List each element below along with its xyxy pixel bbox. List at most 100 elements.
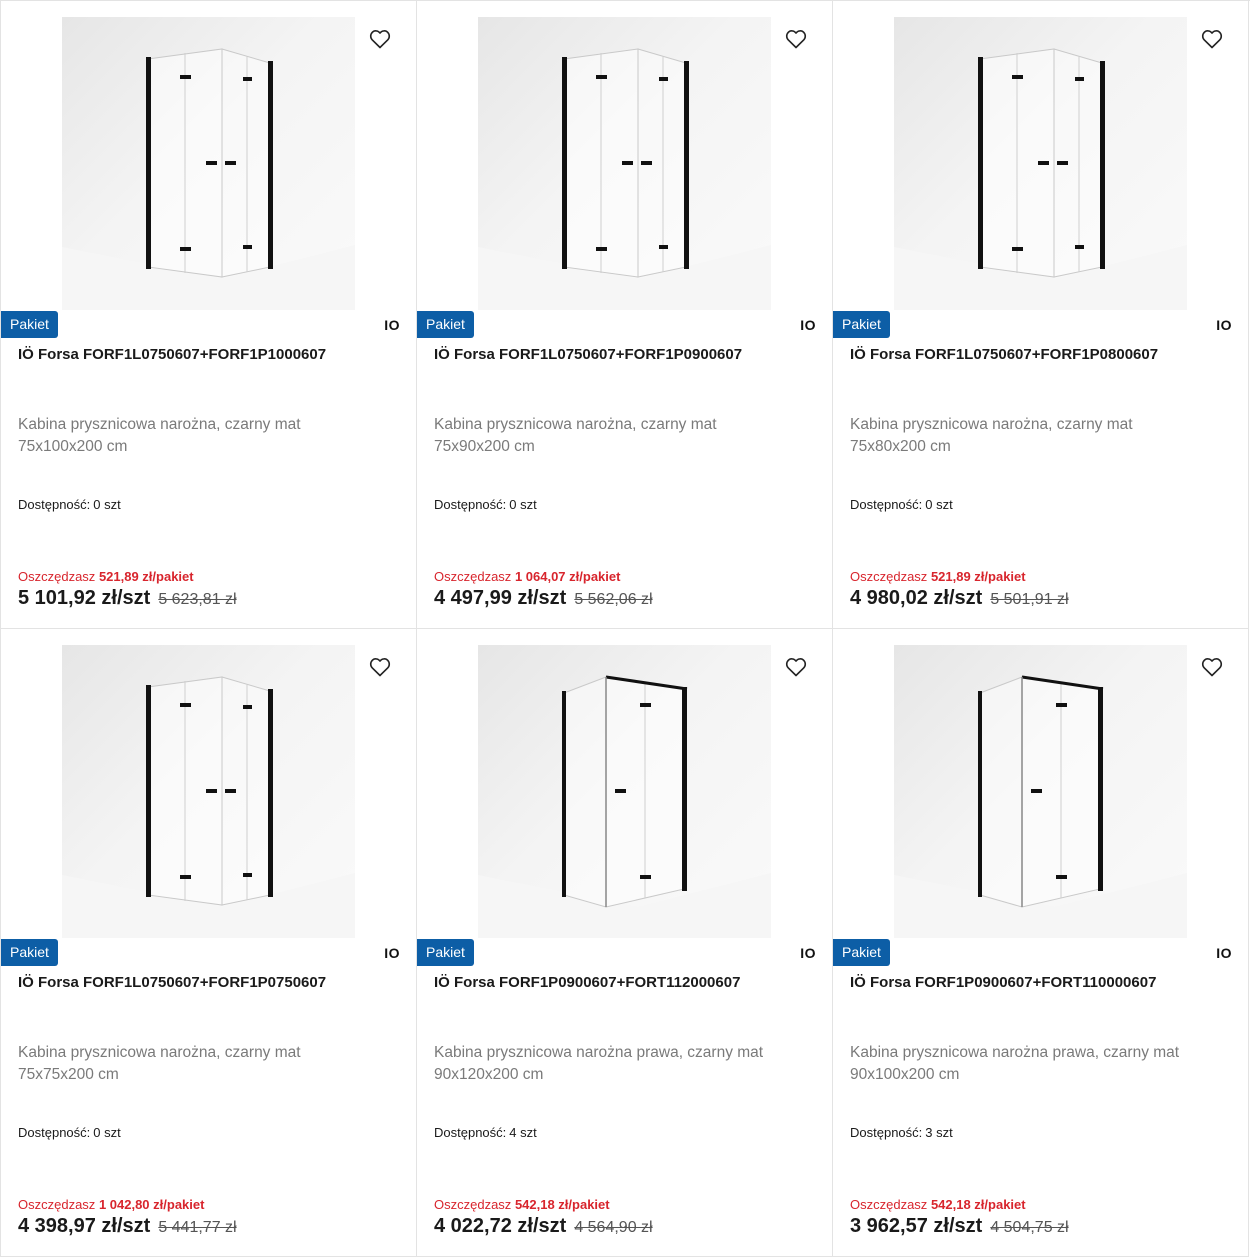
savings-amount: 542,18 zł/pakiet	[930, 1197, 1026, 1212]
price-row: 5 101,92 zł/szt 5 623,81 zł	[18, 587, 237, 610]
brand-logo: IO	[384, 317, 400, 333]
product-card[interactable]: Pakiet IO IÖ Forsa FORF1L0750607+FORF1P0…	[417, 1, 833, 629]
heart-outline-icon	[369, 658, 391, 677]
product-description: Kabina prysznicowa narożna prawa, czarny…	[850, 1044, 1180, 1083]
product-card[interactable]: Pakiet IO IÖ Forsa FORF1P0900607+FORT110…	[833, 629, 1249, 1257]
product-card[interactable]: Pakiet IO IÖ Forsa FORF1L0750607+FORF1P0…	[1, 629, 417, 1257]
favorite-button[interactable]	[1198, 653, 1226, 681]
brand-logo: IO	[384, 945, 400, 961]
favorite-button[interactable]	[1198, 25, 1226, 53]
old-price: 5 501,91 zł	[990, 591, 1069, 608]
brand-logo: IO	[800, 945, 816, 961]
package-badge: Pakiet	[1, 311, 58, 338]
product-title[interactable]: IÖ Forsa FORF1P0900607+FORT110000607	[850, 974, 1238, 991]
product-description: Kabina prysznicowa narożna prawa, czarny…	[434, 1044, 764, 1083]
availability-value: 0 szt	[93, 497, 121, 512]
savings-label: Oszczędzasz	[850, 1197, 928, 1212]
availability-value: 3 szt	[925, 1125, 953, 1140]
heart-outline-icon	[785, 658, 807, 677]
product-image[interactable]	[478, 17, 771, 310]
savings-text: Oszczędzasz 542,18 zł/pakiet	[434, 1197, 610, 1212]
savings-amount: 521,89 zł/pakiet	[98, 569, 194, 584]
product-title[interactable]: IÖ Forsa FORF1L0750607+FORF1P1000607	[18, 346, 406, 363]
current-price: 4 980,02 zł/szt	[850, 587, 983, 609]
heart-outline-icon	[369, 30, 391, 49]
current-price: 4 022,72 zł/szt	[434, 1215, 567, 1237]
savings-label: Oszczędzasz	[18, 1197, 96, 1212]
availability-label: Dostępność:	[434, 1125, 507, 1140]
product-title[interactable]: IÖ Forsa FORF1L0750607+FORF1P0750607	[18, 974, 406, 991]
availability: Dostępność: 0 szt	[434, 497, 537, 512]
product-title[interactable]: IÖ Forsa FORF1L0750607+FORF1P0800607	[850, 346, 1238, 363]
old-price: 4 504,75 zł	[990, 1219, 1069, 1236]
price-row: 4 497,99 zł/szt 5 562,06 zł	[434, 587, 653, 610]
brand-logo: IO	[1216, 945, 1232, 961]
savings-label: Oszczędzasz	[850, 569, 928, 584]
current-price: 4 398,97 zł/szt	[18, 1215, 151, 1237]
heart-outline-icon	[1201, 658, 1223, 677]
package-badge: Pakiet	[417, 939, 474, 966]
favorite-button[interactable]	[782, 653, 810, 681]
savings-text: Oszczędzasz 542,18 zł/pakiet	[850, 1197, 1026, 1212]
savings-label: Oszczędzasz	[18, 569, 96, 584]
old-price: 5 623,81 zł	[158, 591, 237, 608]
price-row: 4 022,72 zł/szt 4 564,90 zł	[434, 1215, 653, 1238]
availability: Dostępność: 4 szt	[434, 1125, 537, 1140]
old-price: 5 441,77 zł	[158, 1219, 237, 1236]
package-badge: Pakiet	[833, 939, 890, 966]
savings-text: Oszczędzasz 1 064,07 zł/pakiet	[434, 569, 620, 584]
old-price: 5 562,06 zł	[574, 591, 653, 608]
availability: Dostępność: 0 szt	[18, 497, 121, 512]
product-card[interactable]: Pakiet IO IÖ Forsa FORF1L0750607+FORF1P0…	[833, 1, 1249, 629]
savings-amount: 521,89 zł/pakiet	[930, 569, 1026, 584]
savings-text: Oszczędzasz 521,89 zł/pakiet	[18, 569, 194, 584]
package-badge: Pakiet	[833, 311, 890, 338]
favorite-button[interactable]	[366, 653, 394, 681]
availability-value: 0 szt	[925, 497, 953, 512]
current-price: 5 101,92 zł/szt	[18, 587, 151, 609]
availability: Dostępność: 3 szt	[850, 1125, 953, 1140]
product-description: Kabina prysznicowa narożna, czarny mat 7…	[850, 416, 1133, 455]
savings-text: Oszczędzasz 521,89 zł/pakiet	[850, 569, 1026, 584]
product-description: Kabina prysznicowa narożna, czarny mat 7…	[18, 1044, 301, 1083]
product-image[interactable]	[478, 645, 771, 938]
availability-label: Dostępność:	[18, 1125, 91, 1140]
product-description: Kabina prysznicowa narożna, czarny mat 7…	[434, 416, 717, 455]
availability-label: Dostępność:	[18, 497, 91, 512]
availability-value: 0 szt	[93, 1125, 121, 1140]
price-row: 3 962,57 zł/szt 4 504,75 zł	[850, 1215, 1069, 1238]
savings-label: Oszczędzasz	[434, 1197, 512, 1212]
product-image[interactable]	[62, 17, 355, 310]
availability-label: Dostępność:	[434, 497, 507, 512]
product-title[interactable]: IÖ Forsa FORF1L0750607+FORF1P0900607	[434, 346, 822, 363]
brand-logo: IO	[800, 317, 816, 333]
savings-label: Oszczędzasz	[434, 569, 512, 584]
product-card[interactable]: Pakiet IO IÖ Forsa FORF1P0900607+FORT112…	[417, 629, 833, 1257]
availability: Dostępność: 0 szt	[18, 1125, 121, 1140]
savings-amount: 542,18 zł/pakiet	[514, 1197, 610, 1212]
product-image[interactable]	[894, 17, 1187, 310]
product-image[interactable]	[62, 645, 355, 938]
product-title[interactable]: IÖ Forsa FORF1P0900607+FORT112000607	[434, 974, 822, 991]
favorite-button[interactable]	[366, 25, 394, 53]
current-price: 4 497,99 zł/szt	[434, 587, 567, 609]
package-badge: Pakiet	[1, 939, 58, 966]
savings-amount: 1 064,07 zł/pakiet	[514, 569, 621, 584]
product-image[interactable]	[894, 645, 1187, 938]
product-description: Kabina prysznicowa narożna, czarny mat 7…	[18, 416, 301, 455]
heart-outline-icon	[785, 30, 807, 49]
price-row: 4 980,02 zł/szt 5 501,91 zł	[850, 587, 1069, 610]
brand-logo: IO	[1216, 317, 1232, 333]
product-card[interactable]: Pakiet IO IÖ Forsa FORF1L0750607+FORF1P1…	[1, 1, 417, 629]
availability-value: 4 szt	[509, 1125, 537, 1140]
package-badge: Pakiet	[417, 311, 474, 338]
availability-label: Dostępność:	[850, 1125, 923, 1140]
availability-label: Dostępność:	[850, 497, 923, 512]
old-price: 4 564,90 zł	[574, 1219, 653, 1236]
current-price: 3 962,57 zł/szt	[850, 1215, 983, 1237]
product-grid: Pakiet IO IÖ Forsa FORF1L0750607+FORF1P1…	[0, 0, 1250, 1257]
savings-text: Oszczędzasz 1 042,80 zł/pakiet	[18, 1197, 204, 1212]
savings-amount: 1 042,80 zł/pakiet	[98, 1197, 205, 1212]
favorite-button[interactable]	[782, 25, 810, 53]
heart-outline-icon	[1201, 30, 1223, 49]
